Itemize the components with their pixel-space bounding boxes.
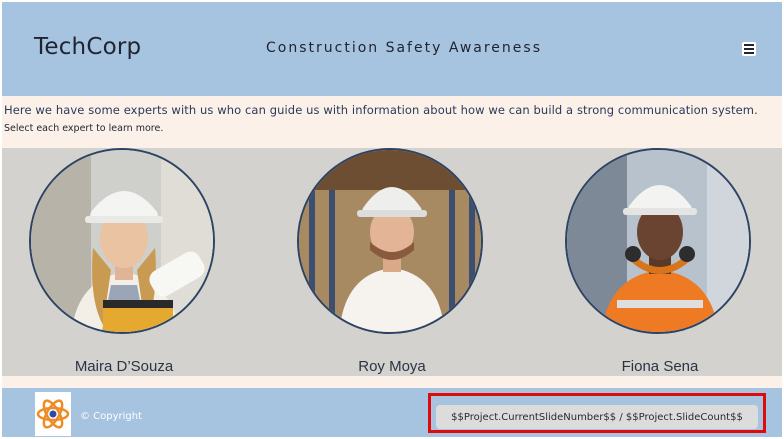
slide-frame: TechCorp Construction Safety Awareness H…: [2, 2, 782, 437]
slide-counter: $$Project.CurrentSlideNumber$$ / $$Proje…: [436, 405, 758, 429]
expert-name: Fiona Sena: [621, 358, 699, 375]
header-bar: TechCorp Construction Safety Awareness: [2, 2, 782, 96]
atom-logo-icon: [35, 392, 71, 436]
footer-bar: © Copyright $$Project.CurrentSlideNumber…: [2, 388, 782, 437]
divider-strip: [2, 376, 782, 388]
intro-panel: Here we have some experts with us who ca…: [2, 96, 782, 148]
expert-photo: [299, 150, 481, 332]
hamburger-menu-icon[interactable]: [742, 42, 756, 56]
expert-name: Roy Moya: [358, 358, 426, 375]
copyright-text: © Copyright: [80, 411, 143, 422]
intro-instruction: Select each expert to learn more.: [4, 123, 164, 134]
expert-portrait[interactable]: [29, 148, 215, 334]
expert-photo: [567, 150, 749, 332]
expert-photo: [31, 150, 213, 332]
expert-portrait[interactable]: [297, 148, 483, 334]
expert-portrait[interactable]: [565, 148, 751, 334]
course-title: Construction Safety Awareness: [266, 40, 542, 56]
experts-row: Maira D’Souza Roy Moya Fiona Sena: [2, 148, 782, 376]
brand-name: TechCorp: [34, 34, 142, 60]
expert-name: Maira D’Souza: [74, 358, 174, 375]
intro-text: Here we have some experts with us who ca…: [4, 103, 758, 117]
